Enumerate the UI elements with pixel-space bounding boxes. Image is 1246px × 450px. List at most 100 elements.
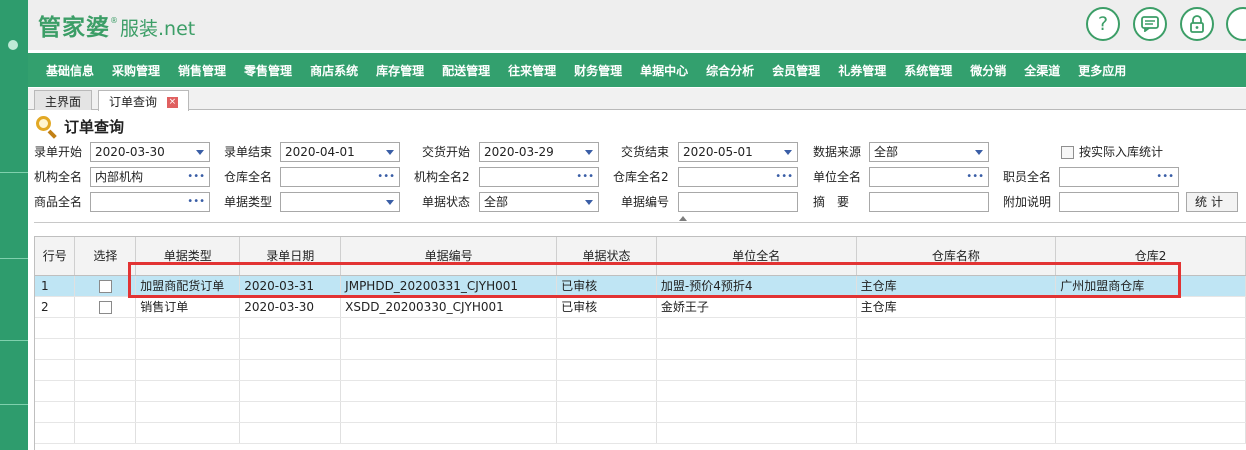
delivery-end-label: 交货结束 <box>621 145 670 159</box>
close-icon[interactable]: × <box>166 97 178 108</box>
nav-item[interactable]: 单据中心 <box>640 62 688 79</box>
table-cell-wh <box>856 317 1057 339</box>
entry-end-select[interactable]: 2020-04-01 <box>280 142 400 162</box>
table-cell-wh2 <box>1055 359 1246 381</box>
table-cell-idx <box>35 317 76 339</box>
select-cell <box>74 317 137 339</box>
nav-item[interactable]: 往来管理 <box>508 62 556 79</box>
nav-item[interactable]: 微分销 <box>970 62 1006 79</box>
app-window: 管家婆 ® 服装.net ? 基础信息 采购管理 销售管理 零售管理 商店系统 库存管理 配… <box>0 0 1246 450</box>
warehouse2-label: 仓库全名2 <box>613 170 669 184</box>
ellipsis-icon[interactable]: ••• <box>187 168 205 186</box>
delivery-end-select[interactable]: 2020-05-01 <box>678 142 798 162</box>
table-cell-wh2 <box>1055 380 1246 402</box>
nav-item[interactable]: 商店系统 <box>310 62 358 79</box>
nav-item[interactable]: 更多应用 <box>1078 62 1126 79</box>
table-cell-type <box>135 317 241 339</box>
nav-item[interactable]: 综合分析 <box>706 62 754 79</box>
docstatus-select[interactable]: 全部 <box>479 192 599 212</box>
doctype-label: 单据类型 <box>224 195 273 209</box>
table-cell-wh: 主仓库 <box>856 296 1057 318</box>
table-cell-wh2 <box>1055 296 1246 318</box>
table-cell-wh2 <box>1055 422 1246 444</box>
stat-button[interactable]: 统计 <box>1186 192 1238 212</box>
table-cell-idx <box>35 338 76 360</box>
table-cell-wh <box>856 338 1057 360</box>
splitter-bar[interactable] <box>34 216 1246 223</box>
nav-item[interactable]: 采购管理 <box>112 62 160 79</box>
staff-field[interactable]: ••• <box>1059 167 1179 187</box>
side-dot <box>8 40 18 50</box>
side-divider <box>0 340 28 341</box>
doctype-select[interactable] <box>280 192 400 212</box>
ellipsis-icon[interactable]: ••• <box>377 168 395 186</box>
docno-label: 单据编号 <box>621 195 670 209</box>
tab-main[interactable]: 主界面 <box>34 90 93 110</box>
tab-label: 主界面 <box>45 95 82 109</box>
nav-item[interactable]: 礼券管理 <box>838 62 886 79</box>
nav-item[interactable]: 全渠道 <box>1024 62 1060 79</box>
column-header[interactable]: 选择 <box>74 237 137 276</box>
lock-button[interactable] <box>1180 7 1214 41</box>
org-field[interactable]: 内部机构 ••• <box>90 167 210 187</box>
warehouse-field[interactable]: ••• <box>280 167 400 187</box>
select-cell <box>74 359 137 381</box>
row-select-checkbox[interactable] <box>98 279 112 293</box>
dropdown-arrow-icon <box>196 150 204 155</box>
column-header[interactable]: 行号 <box>35 237 76 276</box>
table-cell-wh2 <box>1055 317 1246 339</box>
source-label: 数据来源 <box>813 145 862 159</box>
warehouse2-field[interactable]: ••• <box>678 167 798 187</box>
ellipsis-icon[interactable]: ••• <box>576 168 594 186</box>
note-input[interactable] <box>1059 192 1179 212</box>
help-button[interactable]: ? <box>1086 7 1120 41</box>
table-cell-idx <box>35 422 76 444</box>
nav-item[interactable]: 零售管理 <box>244 62 292 79</box>
message-button[interactable] <box>1133 7 1167 41</box>
table-cell-no <box>340 422 558 444</box>
logo-sub-text: 服装.net <box>120 18 196 40</box>
ellipsis-icon[interactable]: ••• <box>775 168 793 186</box>
org2-field[interactable]: ••• <box>479 167 599 187</box>
unit-field[interactable]: ••• <box>869 167 989 187</box>
nav-item[interactable]: 配送管理 <box>442 62 490 79</box>
row-select-checkbox[interactable] <box>98 300 112 314</box>
collapse-arrow-icon[interactable] <box>679 216 687 221</box>
nav-item[interactable]: 库存管理 <box>376 62 424 79</box>
nav-item[interactable]: 销售管理 <box>178 62 226 79</box>
source-select[interactable]: 全部 <box>869 142 989 162</box>
table-cell-date <box>239 422 342 444</box>
side-divider <box>0 404 28 405</box>
nav-item[interactable]: 系统管理 <box>904 62 952 79</box>
nav-item[interactable]: 会员管理 <box>772 62 820 79</box>
nav-item[interactable]: 基础信息 <box>46 62 94 79</box>
org-value: 内部机构 <box>95 170 144 184</box>
message-icon <box>1141 16 1159 32</box>
table-row[interactable]: 2 销售订单 2020-03-30 XSDD_20200330_CJYH001 已审核金… <box>35 296 1246 318</box>
product-field[interactable]: ••• <box>90 192 210 212</box>
table-cell-status <box>556 359 657 381</box>
product-label: 商品全名 <box>34 195 83 209</box>
entry-end-label: 录单结束 <box>224 145 273 159</box>
docno-input[interactable] <box>678 192 798 212</box>
delivery-start-value: 2020-03-29 <box>484 145 554 159</box>
nav-item[interactable]: 财务管理 <box>574 62 622 79</box>
entry-start-select[interactable]: 2020-03-30 <box>90 142 210 162</box>
delivery-start-select[interactable]: 2020-03-29 <box>479 142 599 162</box>
ellipsis-icon[interactable]: ••• <box>187 193 205 211</box>
summary-input[interactable] <box>869 192 989 212</box>
tab-order-query[interactable]: 订单查询 × <box>98 90 189 111</box>
table-cell-type <box>135 380 241 402</box>
table-cell-status <box>556 422 657 444</box>
empty-table-row <box>35 317 1246 339</box>
table-cell-no <box>340 317 558 339</box>
table-cell-unit <box>656 422 857 444</box>
empty-table-row <box>35 338 1246 360</box>
power-button[interactable] <box>1226 7 1246 41</box>
actual-stock-checkbox[interactable] <box>1061 146 1074 159</box>
empty-table-row <box>35 422 1246 444</box>
table-cell-no: XSDD_20200330_CJYH001 <box>340 296 558 318</box>
ellipsis-icon[interactable]: ••• <box>1156 168 1174 186</box>
ellipsis-icon[interactable]: ••• <box>966 168 984 186</box>
table-cell-no <box>340 359 558 381</box>
